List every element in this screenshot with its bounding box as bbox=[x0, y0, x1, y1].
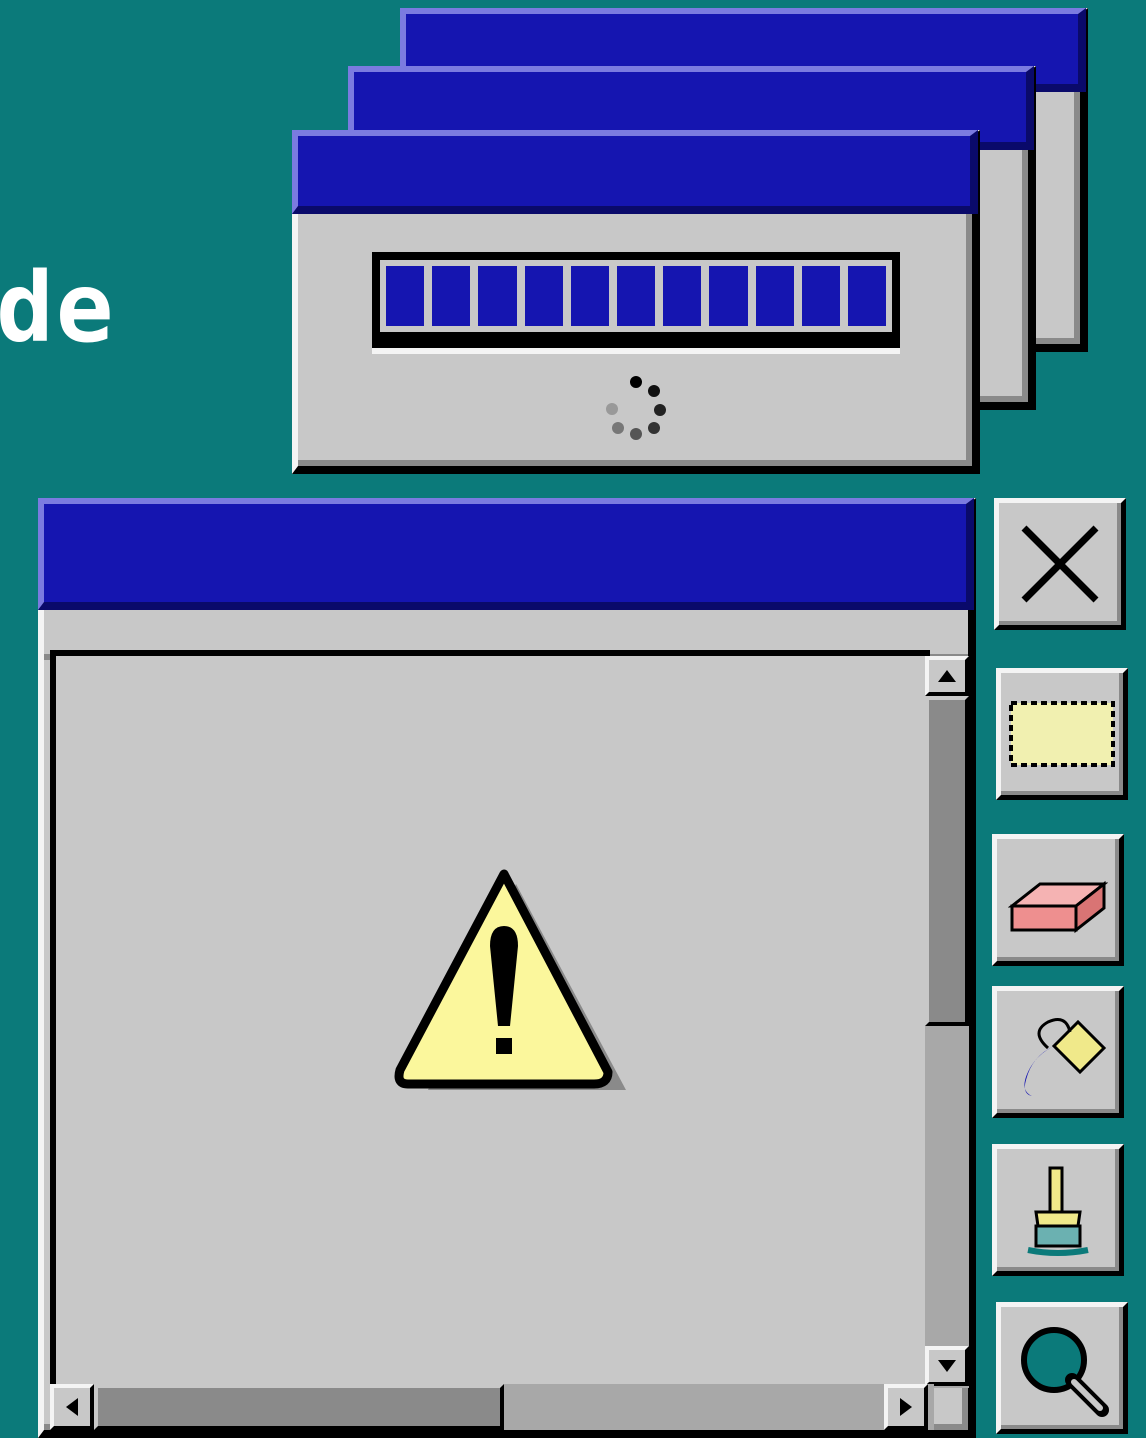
close-tool-button[interactable] bbox=[994, 498, 1126, 630]
select-tool-button[interactable] bbox=[996, 668, 1128, 800]
progress-segment bbox=[801, 266, 840, 326]
progress-segment bbox=[478, 266, 517, 326]
progress-segment bbox=[616, 266, 656, 326]
progress-segment bbox=[709, 266, 748, 326]
arrow-up-icon bbox=[938, 670, 956, 682]
arrow-right-icon bbox=[900, 1398, 912, 1416]
brush-tool-button[interactable] bbox=[992, 1144, 1124, 1276]
progress-segment bbox=[386, 266, 425, 326]
vertical-scroll-thumb[interactable] bbox=[925, 696, 969, 1026]
scroll-down-button[interactable] bbox=[925, 1346, 969, 1386]
progress-bar bbox=[372, 252, 900, 354]
select-rectangle-icon bbox=[1009, 701, 1115, 767]
warning-icon bbox=[394, 869, 626, 1090]
scroll-up-button[interactable] bbox=[925, 656, 969, 696]
title-bar[interactable] bbox=[292, 130, 978, 214]
progress-segment bbox=[663, 266, 702, 326]
desktop-title: de bbox=[0, 252, 116, 364]
progress-segment bbox=[524, 266, 563, 326]
progress-segment bbox=[847, 266, 887, 326]
paintbrush-icon bbox=[1027, 1166, 1089, 1256]
fill-tool-button[interactable] bbox=[992, 986, 1124, 1118]
loading-spinner-icon bbox=[606, 376, 666, 440]
arrow-left-icon bbox=[66, 1398, 78, 1416]
progress-segment bbox=[755, 266, 794, 326]
progress-track bbox=[380, 260, 892, 332]
eraser-icon bbox=[1008, 880, 1108, 934]
horizontal-scroll-thumb[interactable] bbox=[94, 1384, 504, 1430]
horizontal-scrollbar[interactable] bbox=[50, 1384, 934, 1430]
title-bar[interactable] bbox=[38, 498, 974, 610]
eraser-tool-button[interactable] bbox=[992, 834, 1124, 966]
progress-segment bbox=[432, 266, 471, 326]
zoom-tool-button[interactable] bbox=[996, 1302, 1128, 1434]
close-icon bbox=[1021, 525, 1099, 603]
arrow-down-icon bbox=[938, 1360, 956, 1372]
scroll-left-button[interactable] bbox=[50, 1384, 94, 1430]
paint-bucket-icon bbox=[1024, 1018, 1107, 1096]
content-area bbox=[50, 650, 930, 1390]
magnifier-icon bbox=[1021, 1327, 1109, 1417]
vertical-scrollbar[interactable] bbox=[925, 656, 969, 1388]
progress-segment bbox=[570, 266, 609, 326]
scroll-right-button[interactable] bbox=[884, 1384, 928, 1430]
